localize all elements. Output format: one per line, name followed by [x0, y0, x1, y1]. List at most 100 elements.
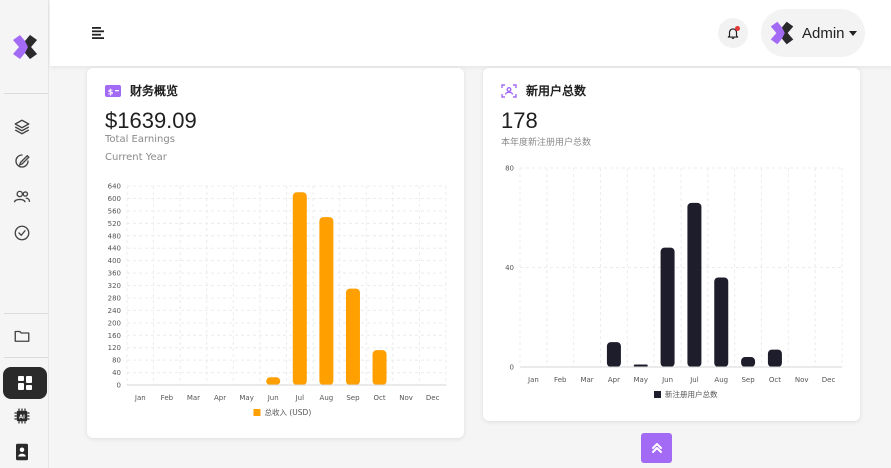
contacts-icon — [16, 443, 28, 461]
y-tick-label: 120 — [108, 344, 121, 352]
x-tick-label: Jan — [134, 394, 146, 402]
x-tick-label: Sep — [346, 394, 360, 402]
logo-icon[interactable] — [10, 32, 40, 62]
y-tick-label: 0 — [510, 364, 514, 372]
user-menu[interactable]: Admin — [761, 9, 865, 57]
bar[interactable] — [741, 357, 756, 367]
x-tick-label: Jul — [295, 394, 305, 402]
total-earnings-value: $1639.09 — [105, 108, 197, 133]
x-tick-label: Mar — [580, 376, 593, 384]
user-name: Admin — [802, 24, 845, 42]
ai-chip-icon: AI — [14, 408, 30, 424]
chevron-down-icon — [848, 30, 857, 36]
y-tick-label: 40 — [505, 264, 514, 272]
x-tick-label: Feb — [161, 394, 174, 402]
new-users-bar-chart: 0 40 80 Jan Feb Mar Apr May Jun Jul Aug Sep Oct Nov De… — [505, 165, 843, 399]
bar[interactable] — [292, 192, 307, 385]
check-circle-icon — [14, 225, 30, 241]
y-tick-label: 480 — [108, 232, 121, 240]
x-tick-label: Dec — [426, 394, 440, 402]
sidebar-item-folder[interactable] — [12, 326, 32, 346]
new-users-count: 178 — [501, 108, 538, 133]
y-tick-label: 200 — [108, 319, 121, 327]
x-tick-label: Nov — [795, 376, 809, 384]
bar[interactable] — [660, 247, 675, 367]
sidebar-item-edit[interactable] — [12, 151, 32, 171]
sidebar-item-ai[interactable]: AI — [12, 406, 32, 426]
x-tick-label: Jun — [267, 394, 279, 402]
x-tick-label: May — [239, 394, 253, 402]
user-scan-icon — [501, 83, 517, 98]
finance-overview-card: $ 财务概览 $1639.09 Total Earnings Current Y… — [87, 68, 464, 438]
x-tick-label: Apr — [608, 376, 620, 384]
y-tick-label: 160 — [108, 332, 121, 340]
x-tick-label: Mar — [187, 394, 200, 402]
sidebar-item-dashboard[interactable] — [3, 367, 47, 399]
y-tick-label: 400 — [108, 257, 121, 265]
scroll-to-top-button[interactable] — [641, 433, 672, 463]
card-title: 财务概览 — [130, 84, 179, 98]
bar[interactable] — [345, 288, 360, 385]
current-year-label: Current Year — [105, 152, 167, 163]
dashboard-icon — [18, 376, 32, 390]
x-tick-label: Apr — [214, 394, 226, 402]
total-earnings-label: Total Earnings — [105, 134, 175, 145]
new-users-label: 本年度新注册用户总数 — [501, 138, 592, 148]
legend-swatch — [253, 409, 261, 416]
x-tick-label: Oct — [373, 394, 385, 402]
folder-icon — [14, 330, 30, 342]
bar[interactable] — [606, 342, 621, 367]
sidebar-divider — [4, 313, 48, 314]
bar[interactable] — [372, 350, 387, 385]
y-tick-label: 80 — [505, 165, 514, 173]
bar[interactable] — [767, 349, 782, 367]
y-tick-label: 440 — [108, 245, 121, 253]
x-tick-label: Jun — [661, 376, 673, 384]
y-tick-label: 80 — [112, 357, 121, 365]
bar[interactable] — [266, 377, 281, 385]
edit-icon — [15, 154, 30, 168]
bar[interactable] — [687, 202, 702, 367]
y-tick-label: 240 — [108, 307, 121, 315]
menu-toggle-icon[interactable] — [92, 27, 106, 39]
bar[interactable] — [714, 277, 729, 367]
y-tick-label: 280 — [108, 294, 121, 302]
legend-swatch — [654, 391, 661, 398]
new-users-card: 新用户总数 178 本年度新注册用户总数 0 40 80 Jan Feb Mar Apr Ma… — [483, 68, 860, 421]
money-icon: $ — [105, 84, 121, 97]
x-tick-label: Sep — [741, 376, 755, 384]
x-tick-label: Dec — [822, 376, 836, 384]
sidebar: AI — [0, 0, 49, 468]
sidebar-item-layers[interactable] — [12, 117, 32, 137]
avatar — [770, 21, 794, 45]
legend-label[interactable]: 新注册用户总数 — [665, 389, 718, 399]
y-tick-label: 640 — [108, 183, 121, 191]
notifications-button[interactable] — [718, 18, 748, 48]
y-tick-label: 0 — [117, 382, 121, 390]
svg-text:AI: AI — [19, 415, 25, 421]
card-title: 新用户总数 — [526, 84, 587, 98]
bar[interactable] — [319, 217, 334, 385]
users-icon — [13, 190, 31, 203]
x-tick-label: Feb — [554, 376, 567, 384]
legend-label[interactable]: 总收入 (USD) — [265, 407, 312, 417]
x-tick-label: May — [634, 376, 648, 384]
card-header: $ 财务概览 — [105, 82, 178, 99]
y-tick-label: 40 — [112, 369, 121, 377]
sidebar-item-users[interactable] — [12, 187, 32, 207]
top-header: Admin — [50, 0, 891, 66]
x-tick-label: Jan — [527, 376, 539, 384]
y-tick-label: 320 — [108, 282, 121, 290]
svg-text:$: $ — [108, 87, 114, 96]
sidebar-item-tasks[interactable] — [12, 223, 32, 243]
y-tick-label: 520 — [108, 220, 121, 228]
x-tick-label: Jul — [689, 376, 699, 384]
sidebar-item-contacts[interactable] — [12, 442, 32, 462]
sidebar-divider — [4, 93, 48, 94]
x-tick-label: Aug — [714, 376, 728, 384]
sidebar-divider — [4, 357, 48, 358]
x-tick-label: Oct — [769, 376, 781, 384]
chevrons-up-icon — [651, 443, 662, 453]
x-tick-label: Nov — [399, 394, 413, 402]
y-tick-label: 560 — [108, 207, 121, 215]
